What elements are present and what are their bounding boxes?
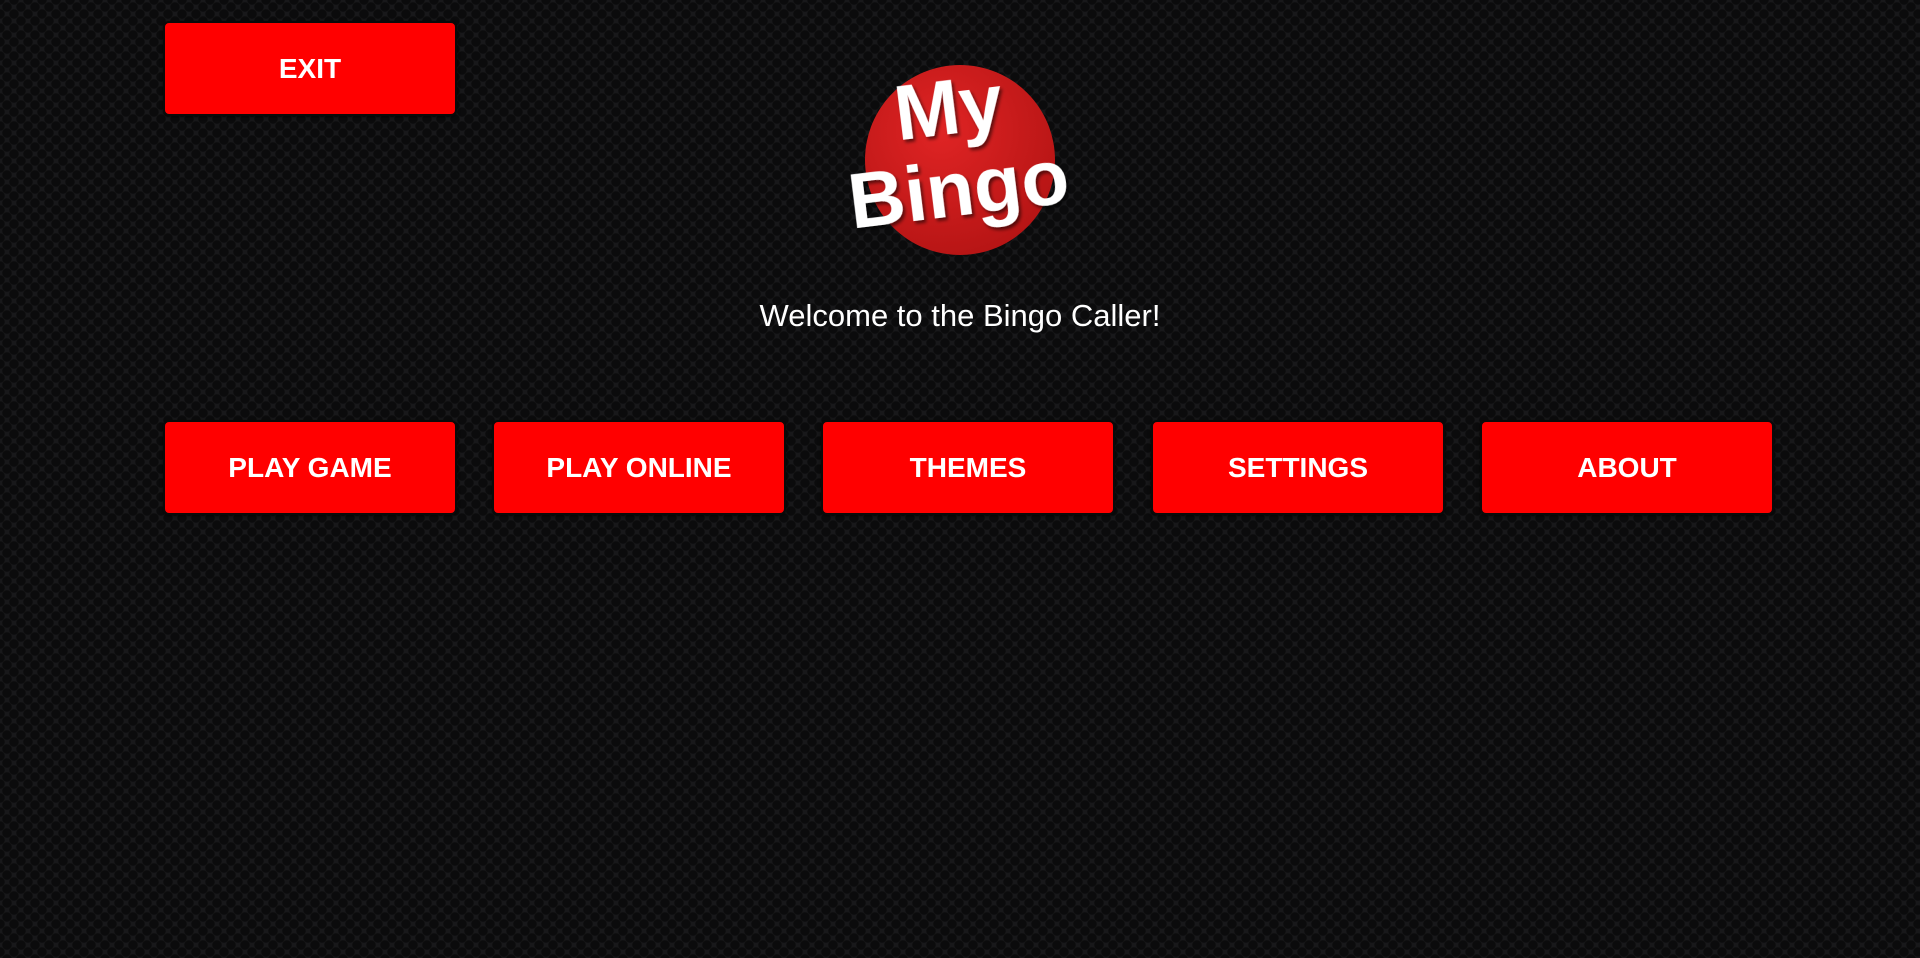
play-game-button[interactable]: PLAY GAME [163,420,457,515]
play-online-button[interactable]: PLAY ONLINE [492,420,786,515]
welcome-message: Welcome to the Bingo Caller! [759,298,1161,333]
settings-button[interactable]: SETTINGS [1151,420,1445,515]
exit-button[interactable]: EXIT [163,21,457,116]
logo-graphic: My Bingo [843,57,1073,255]
themes-button[interactable]: THEMES [821,420,1115,515]
about-button[interactable]: ABOUT [1480,420,1774,515]
my-bingo-logo: My Bingo [835,57,1085,260]
